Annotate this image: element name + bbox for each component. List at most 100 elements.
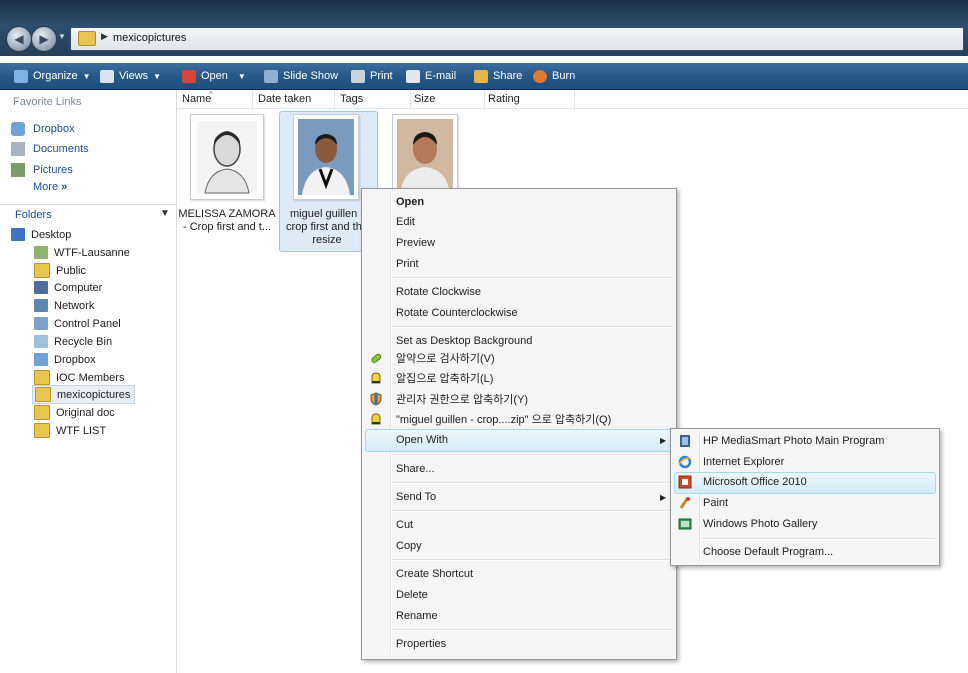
- address-bar-area: ◀ ▶ ▼ ▶ mexicopictures: [0, 0, 968, 56]
- tree-item-network[interactable]: Network: [34, 297, 94, 314]
- folder-icon: [35, 387, 51, 402]
- breadcrumb-chevron-icon[interactable]: ▶: [101, 31, 108, 42]
- views-label: Views: [119, 70, 149, 82]
- favorite-links-title: Favorite Links: [13, 96, 82, 108]
- menu-item-open-with[interactable]: Open With: [396, 430, 448, 450]
- menu-item-copy[interactable]: Copy: [396, 536, 422, 556]
- column-label: Size: [414, 93, 436, 105]
- chevron-down-icon[interactable]: ▼: [160, 208, 170, 219]
- organize-button[interactable]: Organize ▼: [14, 68, 91, 84]
- paint-brush-icon: [678, 496, 692, 510]
- column-tags[interactable]: Tags: [335, 90, 411, 108]
- tree-item-dropbox[interactable]: Dropbox: [34, 351, 96, 368]
- tree-item-wtf-list[interactable]: WTF LIST: [34, 422, 106, 439]
- more-links[interactable]: More »: [33, 181, 67, 193]
- menu-item-open[interactable]: Open: [396, 192, 424, 212]
- breadcrumb-mexicopictures[interactable]: mexicopictures: [113, 32, 186, 44]
- file-label-melissa[interactable]: MELISSA ZAMORA - Crop first and t...: [178, 208, 276, 234]
- column-name[interactable]: ^ Name: [177, 90, 253, 108]
- menu-item-rotate-counterclockwise[interactable]: Rotate Counterclockwise: [396, 303, 518, 323]
- share-button[interactable]: Share: [474, 68, 522, 84]
- desktop-icon: [11, 228, 25, 241]
- tree-item-wtf-lausanne[interactable]: WTF-Lausanne: [34, 244, 130, 261]
- menu-separator: [392, 510, 672, 512]
- alyac-pill-icon: [369, 351, 383, 365]
- tree-item-control-panel[interactable]: Control Panel: [34, 315, 121, 332]
- print-label: Print: [370, 70, 393, 82]
- open-with-submenu: HP MediaSmart Photo Main Program Interne…: [670, 428, 940, 566]
- menu-item-rotate-clockwise[interactable]: Rotate Clockwise: [396, 282, 481, 302]
- user-folder-icon: [34, 246, 48, 259]
- favorite-pictures[interactable]: Pictures: [11, 161, 73, 179]
- file-thumbnail-third[interactable]: [392, 114, 458, 190]
- tree-item-recycle-bin[interactable]: Recycle Bin: [34, 333, 112, 350]
- menu-item-windows-photo-gallery[interactable]: Windows Photo Gallery: [703, 514, 817, 534]
- menu-item-properties[interactable]: Properties: [396, 634, 446, 654]
- open-button[interactable]: Open ▼: [182, 68, 246, 84]
- menu-item-send-to[interactable]: Send To: [396, 487, 436, 507]
- pictures-icon: [11, 163, 25, 177]
- column-date-taken[interactable]: Date taken: [253, 90, 335, 108]
- tree-item-computer[interactable]: Computer: [34, 279, 102, 296]
- forward-button[interactable]: ▶: [31, 26, 57, 52]
- email-label: E-mail: [425, 70, 457, 82]
- menu-icon-gutter: [390, 191, 392, 655]
- menu-item-admin-compress[interactable]: 관리자 권한으로 압축하기(Y): [396, 390, 528, 410]
- email-button[interactable]: E-mail: [406, 68, 456, 84]
- menu-item-alzip-compress[interactable]: 알집으로 압축하기(L): [396, 369, 493, 389]
- tree-item-label: WTF-Lausanne: [54, 246, 130, 259]
- tree-item-original-doc[interactable]: Original doc: [34, 404, 115, 421]
- menu-item-delete[interactable]: Delete: [396, 585, 428, 605]
- views-icon: [100, 69, 114, 83]
- slideshow-button[interactable]: Slide Show: [264, 68, 338, 84]
- favorite-documents[interactable]: Documents: [11, 140, 89, 158]
- column-size[interactable]: Size: [409, 90, 485, 108]
- recycle-bin-icon: [34, 335, 48, 348]
- menu-item-preview[interactable]: Preview: [396, 233, 435, 253]
- more-label: More: [33, 181, 59, 193]
- menu-item-paint[interactable]: Paint: [703, 493, 728, 513]
- file-label-miguel[interactable]: miguel guillen - crop first and the resi…: [281, 208, 373, 247]
- menu-separator: [392, 559, 672, 561]
- back-button[interactable]: ◀: [6, 26, 32, 52]
- tree-item-label: Original doc: [56, 406, 115, 419]
- column-rating[interactable]: Rating: [483, 90, 575, 108]
- tree-item-mexicopictures[interactable]: mexicopictures: [32, 385, 136, 404]
- menu-item-zip-compress[interactable]: "miguel guillen - crop....zip" 으로 압축하기(Q…: [396, 410, 611, 430]
- tree-item-label: Computer: [54, 281, 103, 294]
- menu-item-internet-explorer[interactable]: Internet Explorer: [703, 452, 784, 472]
- navigation-pane: Favorite Links Dropbox Documents Picture…: [0, 90, 177, 673]
- menu-item-share[interactable]: Share...: [396, 459, 435, 479]
- tree-item-desktop[interactable]: Desktop: [11, 226, 71, 243]
- views-button[interactable]: Views ▼: [100, 68, 161, 84]
- menu-item-alyac-scan[interactable]: 알약으로 검사하기(V): [396, 349, 495, 369]
- address-box[interactable]: ▶ mexicopictures: [70, 27, 964, 51]
- folders-header[interactable]: Folders ▼: [0, 204, 176, 223]
- menu-separator: [392, 629, 672, 631]
- burn-button[interactable]: Burn: [533, 68, 575, 84]
- tree-item-ioc-members[interactable]: IOC Members: [34, 369, 124, 386]
- email-icon: [406, 69, 420, 83]
- windows-photo-gallery-icon: [678, 517, 692, 531]
- menu-item-create-shortcut[interactable]: Create Shortcut: [396, 564, 473, 584]
- tree-item-public[interactable]: Public: [34, 262, 86, 279]
- hp-mediasmart-icon: [678, 434, 692, 448]
- favorite-label: Pictures: [33, 164, 73, 176]
- print-button[interactable]: Print: [351, 68, 393, 84]
- submenu-arrow-icon: ▶: [660, 493, 667, 502]
- menu-item-edit[interactable]: Edit: [396, 212, 415, 232]
- menu-item-print[interactable]: Print: [396, 254, 419, 274]
- menu-item-rename[interactable]: Rename: [396, 606, 438, 626]
- menu-item-cut[interactable]: Cut: [396, 515, 413, 535]
- file-thumbnail-melissa[interactable]: [190, 114, 264, 200]
- menu-item-microsoft-office[interactable]: Microsoft Office 2010: [703, 472, 807, 492]
- menu-item-hp-mediasmart[interactable]: HP MediaSmart Photo Main Program: [703, 431, 884, 451]
- computer-icon: [34, 281, 48, 294]
- favorite-dropbox[interactable]: Dropbox: [11, 120, 75, 138]
- menu-item-choose-default-program[interactable]: Choose Default Program...: [703, 542, 833, 562]
- recent-pages-dropdown-icon[interactable]: ▼: [58, 32, 66, 41]
- favorite-label: Dropbox: [33, 123, 75, 135]
- menu-item-set-desktop-background[interactable]: Set as Desktop Background: [396, 331, 532, 351]
- file-name-line: crop first and the: [286, 221, 368, 233]
- file-thumbnail-miguel[interactable]: [293, 114, 359, 200]
